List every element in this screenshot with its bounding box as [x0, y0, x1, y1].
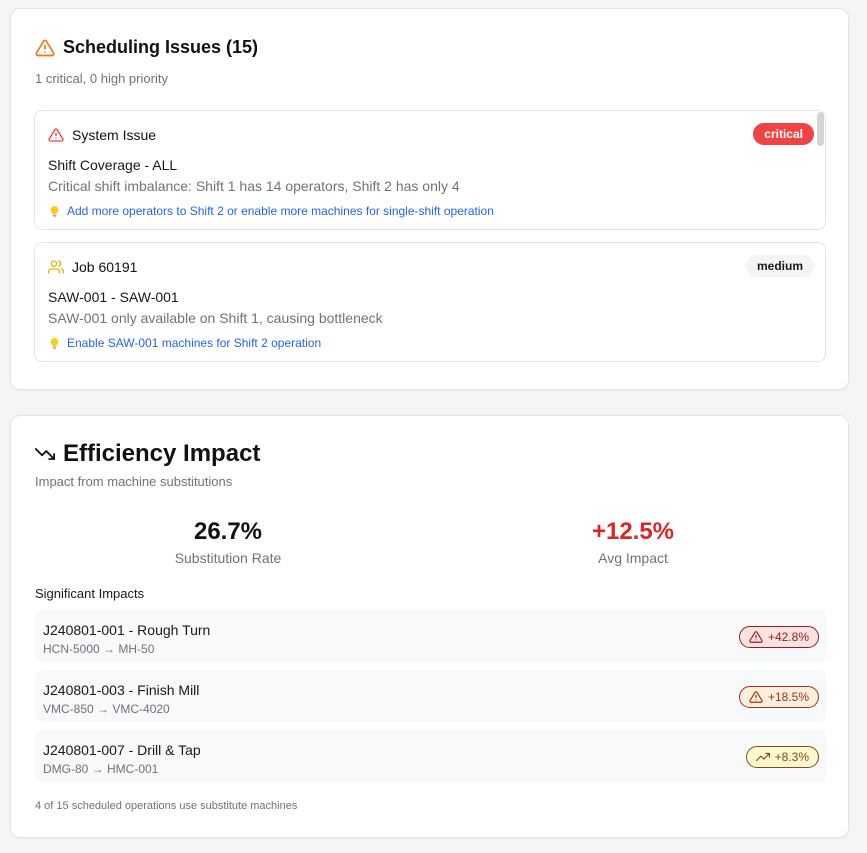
scheduling-issues-card: Scheduling Issues (15) 1 critical, 0 hig…	[10, 8, 849, 390]
suggestion-text: Enable SAW-001 machines for Shift 2 oper…	[67, 336, 322, 350]
impact-operation: J240801-007 - Drill & Tap	[43, 742, 201, 758]
avg-impact-value: +12.5%	[591, 518, 675, 545]
impact-machines: VMC-850 → VMC-4020	[43, 702, 170, 716]
substitution-rate-stat: 26.7% Substitution Rate	[78, 518, 378, 566]
issue-list[interactable]: System Issue critical Shift Coverage - A…	[34, 110, 826, 366]
trending-down-icon	[35, 448, 55, 460]
impact-operation: J240801-001 - Rough Turn	[43, 622, 211, 638]
impact-machines: HCN-5000 → MH-50	[43, 642, 155, 656]
impact-row[interactable]: J240801-003 - Finish Mill VMC-850 → VMC-…	[35, 670, 827, 722]
impact-machines: DMG-80 → HMC-001	[43, 762, 159, 776]
efficiency-footer-note: 4 of 15 scheduled operations use substit…	[35, 800, 298, 812]
issues-header: Scheduling Issues (15)	[35, 37, 258, 58]
issue-list-scrollbar[interactable]	[817, 112, 824, 146]
issues-title: Scheduling Issues (15)	[63, 37, 259, 57]
issue-suggestion[interactable]: Add more operators to Shift 2 or enable …	[48, 204, 494, 218]
efficiency-header: Efficiency Impact	[35, 440, 260, 468]
impact-row[interactable]: J240801-001 - Rough Turn HCN-5000 → MH-5…	[35, 610, 827, 662]
significant-impacts-heading: Significant Impacts	[35, 586, 145, 601]
impact-row[interactable]: J240801-007 - Drill & Tap DMG-80 → HMC-0…	[35, 730, 827, 782]
lightbulb-icon	[50, 337, 59, 349]
issue-name: SAW-001 - SAW-001	[48, 289, 179, 305]
impact-badge: +8.3%	[745, 746, 819, 768]
substitution-rate-label: Substitution Rate	[174, 550, 282, 566]
efficiency-subtitle: Impact from machine substitutions	[35, 474, 233, 489]
issue-header: System Issue	[48, 127, 156, 143]
impact-value: +42.8%	[767, 630, 809, 644]
issue-type: Job 60191	[72, 259, 138, 275]
alert-triangle-icon	[749, 631, 763, 643]
substitution-rate-value: 26.7%	[193, 518, 263, 545]
impact-badge: +42.8%	[738, 626, 819, 648]
alert-triangle-icon	[48, 128, 64, 142]
severity-badge: medium	[745, 255, 814, 277]
alert-triangle-icon	[749, 691, 763, 703]
issue-name: Shift Coverage - ALL	[48, 157, 178, 173]
impact-badge: +18.5%	[738, 686, 819, 708]
avg-impact-label: Avg Impact	[598, 550, 668, 566]
efficiency-impact-card: Efficiency Impact Impact from machine su…	[10, 415, 849, 838]
issue-card[interactable]: System Issue critical Shift Coverage - A…	[34, 110, 826, 230]
suggestion-text: Add more operators to Shift 2 or enable …	[67, 204, 494, 218]
issue-suggestion[interactable]: Enable SAW-001 machines for Shift 2 oper…	[48, 336, 321, 350]
issue-description: SAW-001 only available on Shift 1, causi…	[48, 310, 383, 326]
efficiency-title: Efficiency Impact	[63, 440, 261, 467]
users-icon	[48, 260, 64, 274]
avg-impact-stat: +12.5% Avg Impact	[483, 518, 783, 566]
trending-up-icon	[755, 752, 770, 762]
issue-type: System Issue	[72, 127, 157, 143]
lightbulb-icon	[50, 205, 59, 217]
severity-badge: critical	[753, 123, 814, 145]
impact-operation: J240801-003 - Finish Mill	[43, 682, 200, 698]
issue-card[interactable]: Job 60191 medium SAW-001 - SAW-001 SAW-0…	[34, 242, 826, 362]
issue-header: Job 60191	[48, 259, 137, 275]
impact-value: +18.5%	[767, 690, 809, 704]
alert-triangle-icon	[35, 39, 55, 56]
issues-subtitle: 1 critical, 0 high priority	[35, 71, 168, 86]
impact-value: +8.3%	[774, 750, 809, 764]
issue-description: Critical shift imbalance: Shift 1 has 14…	[48, 178, 460, 194]
